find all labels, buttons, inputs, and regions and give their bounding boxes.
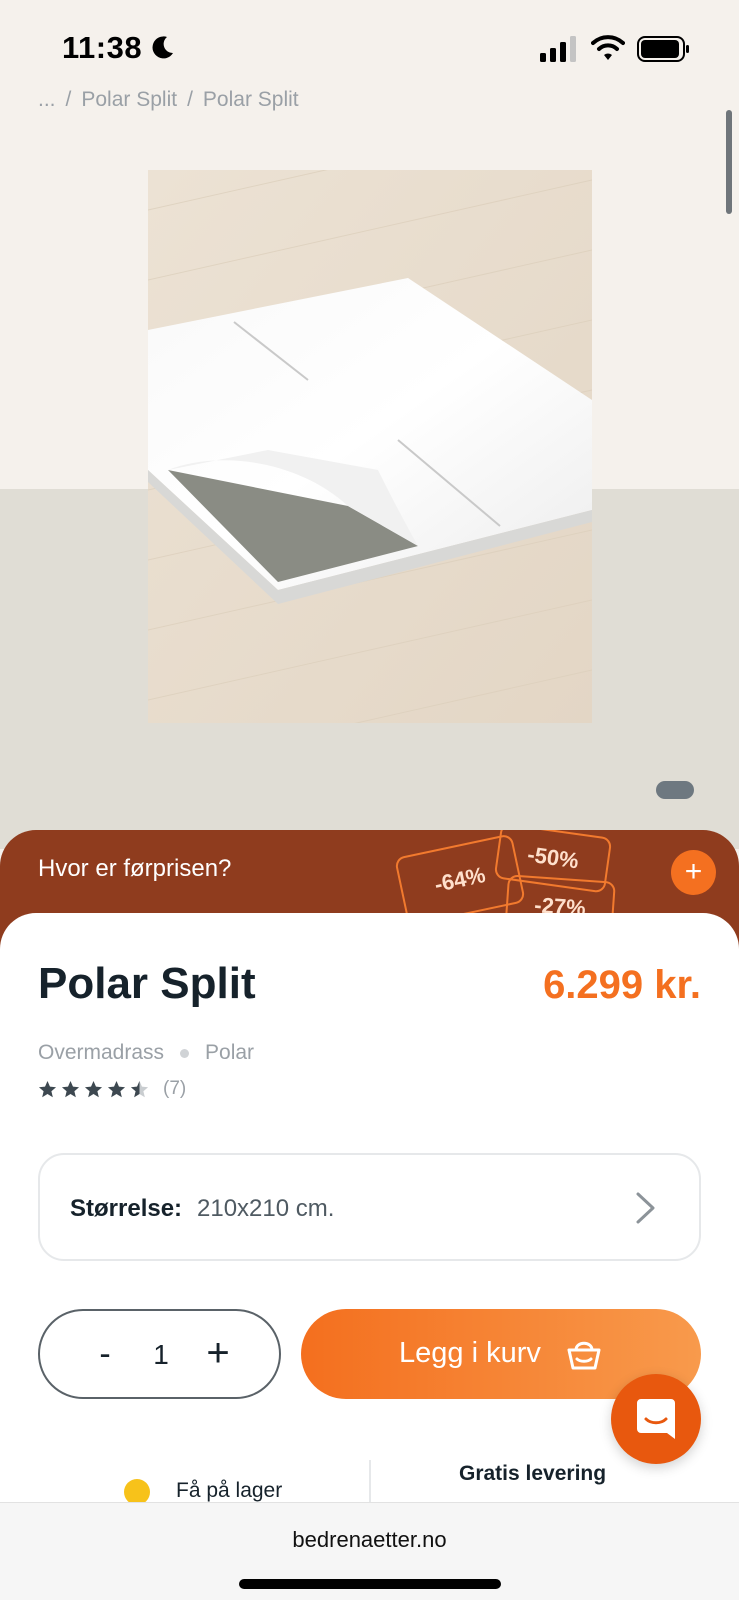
size-selector[interactable]: Størrelse: 210x210 cm. (38, 1153, 701, 1261)
review-count[interactable]: (7) (163, 1078, 186, 1100)
product-image[interactable] (148, 170, 592, 723)
star-icon (107, 1080, 126, 1097)
divider (369, 1460, 371, 1504)
product-meta: Overmadrass Polar (38, 1041, 254, 1065)
star-icon (38, 1080, 57, 1097)
star-icon (84, 1080, 103, 1097)
add-to-cart-label: Legg i kurv (399, 1337, 541, 1369)
product-price: 6.299 kr. (543, 963, 701, 1007)
breadcrumb-separator: / (187, 88, 193, 111)
prior-price-question: Hvor er førprisen? (38, 855, 232, 882)
breadcrumb-separator: / (65, 88, 72, 111)
quantity-value[interactable]: 1 (146, 1339, 176, 1371)
browser-address-bar[interactable]: bedrenaetter.no (0, 1502, 739, 1600)
quantity-stepper: - 1 + (38, 1309, 281, 1399)
product-category[interactable]: Overmadrass (38, 1041, 164, 1065)
chat-button[interactable] (611, 1374, 701, 1464)
gallery-pagination-dot[interactable] (656, 781, 694, 799)
breadcrumb-ellipsis[interactable]: ... (38, 88, 56, 112)
battery-icon (637, 36, 689, 62)
product-title: Polar Split (38, 959, 256, 1008)
rating-stars[interactable]: (7) (38, 1078, 186, 1100)
scrollbar[interactable] (726, 110, 732, 214)
half-star-icon (130, 1080, 149, 1097)
meta-separator-dot (180, 1048, 190, 1058)
status-bar: 11:38 (0, 0, 739, 90)
expand-plus-icon[interactable]: + (671, 850, 716, 895)
chevron-right-icon (636, 1192, 655, 1224)
quantity-increase-button[interactable]: + (200, 1331, 236, 1376)
home-indicator[interactable] (239, 1579, 501, 1589)
star-icon (61, 1080, 80, 1097)
breadcrumb: ... / Polar Split / Polar Split (38, 88, 299, 112)
moon-icon (152, 36, 173, 59)
size-label: Størrelse: (70, 1195, 183, 1222)
status-time: 11:38 (62, 30, 143, 65)
quantity-decrease-button[interactable]: - (90, 1335, 120, 1374)
basket-icon (567, 1341, 601, 1370)
url-text[interactable]: bedrenaetter.no (0, 1527, 739, 1553)
cellular-signal-icon (540, 36, 576, 62)
breadcrumb-item[interactable]: Polar Split (81, 88, 177, 112)
stock-label: Få på lager (176, 1479, 283, 1502)
product-brand[interactable]: Polar (205, 1041, 254, 1065)
breadcrumb-item-current: Polar Split (202, 88, 299, 111)
size-value: 210x210 cm. (197, 1195, 335, 1222)
delivery-label: Gratis levering (459, 1462, 607, 1485)
wifi-icon (591, 35, 625, 60)
chat-icon (637, 1399, 675, 1439)
